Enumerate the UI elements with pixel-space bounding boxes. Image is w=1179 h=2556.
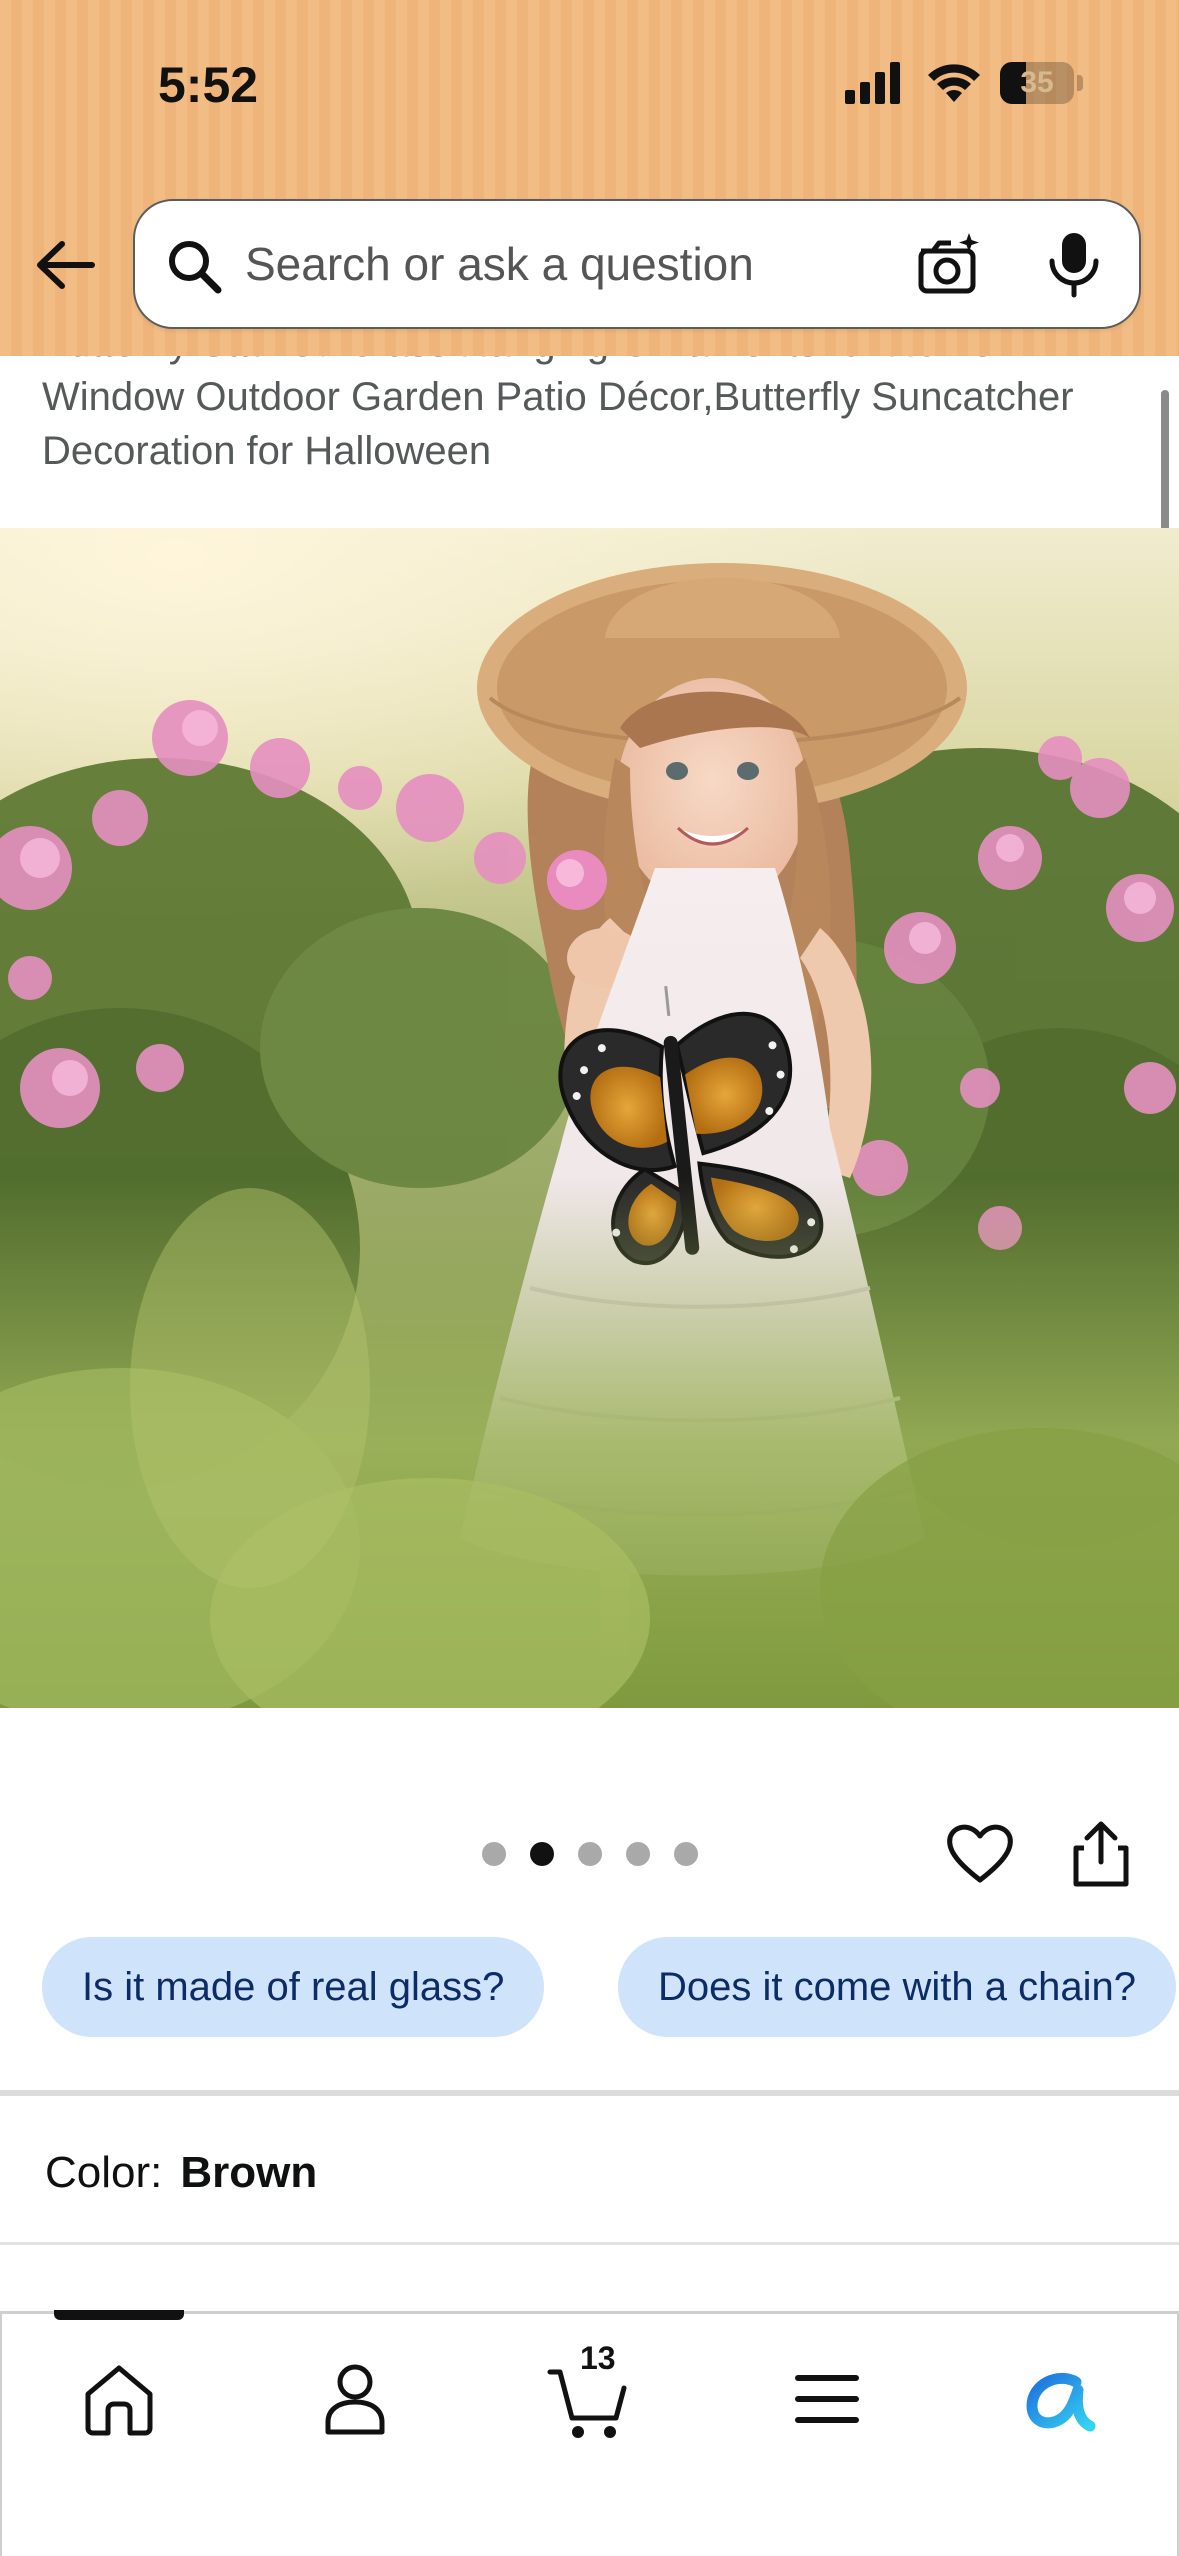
- wishlist-button[interactable]: [944, 1818, 1016, 1890]
- question-chip[interactable]: Does it come with a chain?: [618, 1937, 1177, 2037]
- product-title[interactable]: Butterfly Stained Glass Hanging Ornament…: [42, 356, 1122, 478]
- section-divider: [0, 2090, 1179, 2096]
- battery-cap: [1077, 75, 1083, 91]
- pagination-dot-active[interactable]: [530, 1842, 554, 1866]
- camera-lens-icon[interactable]: [913, 229, 983, 299]
- status-icons: 35: [845, 62, 1085, 112]
- heart-icon: [947, 1824, 1013, 1883]
- pagination-dot[interactable]: [578, 1842, 602, 1866]
- product-title-area: Butterfly Stained Glass Hanging Ornament…: [0, 356, 1179, 528]
- menu-icon: [795, 2375, 859, 2423]
- search-bar[interactable]: [133, 199, 1141, 329]
- microphone-icon[interactable]: [1043, 229, 1105, 299]
- wifi-icon: [928, 64, 980, 102]
- share-button[interactable]: [1070, 1818, 1132, 1890]
- color-value: Brown: [180, 2148, 318, 2197]
- image-pagination[interactable]: [482, 1842, 702, 1866]
- nav-home[interactable]: [74, 2354, 164, 2444]
- pagination-dot[interactable]: [626, 1842, 650, 1866]
- rufus-icon: [1026, 2372, 1096, 2432]
- account-icon: [325, 2364, 385, 2435]
- product-image[interactable]: [0, 528, 1179, 1708]
- question-chip[interactable]: Is it made of real glass?: [42, 1937, 545, 2037]
- suggested-questions: Is it made of real glass? Does it come w…: [0, 1930, 1179, 2050]
- nav-account[interactable]: [310, 2354, 400, 2444]
- nav-menu[interactable]: [782, 2354, 872, 2444]
- top-header: 5:52 35: [0, 0, 1179, 356]
- battery-icon: 35: [1000, 62, 1074, 104]
- cart-count-badge: 13: [580, 2340, 616, 2376]
- back-button[interactable]: [30, 230, 100, 300]
- search-icon: [169, 241, 222, 294]
- pagination-dot[interactable]: [482, 1842, 506, 1866]
- pagination-dot[interactable]: [674, 1842, 698, 1866]
- nav-rufus[interactable]: [1018, 2354, 1108, 2444]
- section-divider: [0, 2242, 1179, 2245]
- home-icon: [85, 2365, 153, 2436]
- share-icon: [1073, 1821, 1129, 1887]
- status-time: 5:52: [158, 57, 259, 113]
- color-variation[interactable]: Color: Brown: [45, 2148, 317, 2198]
- active-tab-indicator: [54, 2310, 184, 2320]
- cellular-signal-icon: [845, 62, 900, 104]
- product-photo: [0, 528, 1179, 1708]
- arrow-left-icon: [37, 241, 95, 289]
- battery-percent: 35: [1020, 66, 1054, 99]
- bottom-navigation: 13: [0, 2310, 1179, 2556]
- search-input[interactable]: [245, 201, 885, 327]
- color-label: Color:: [45, 2148, 163, 2197]
